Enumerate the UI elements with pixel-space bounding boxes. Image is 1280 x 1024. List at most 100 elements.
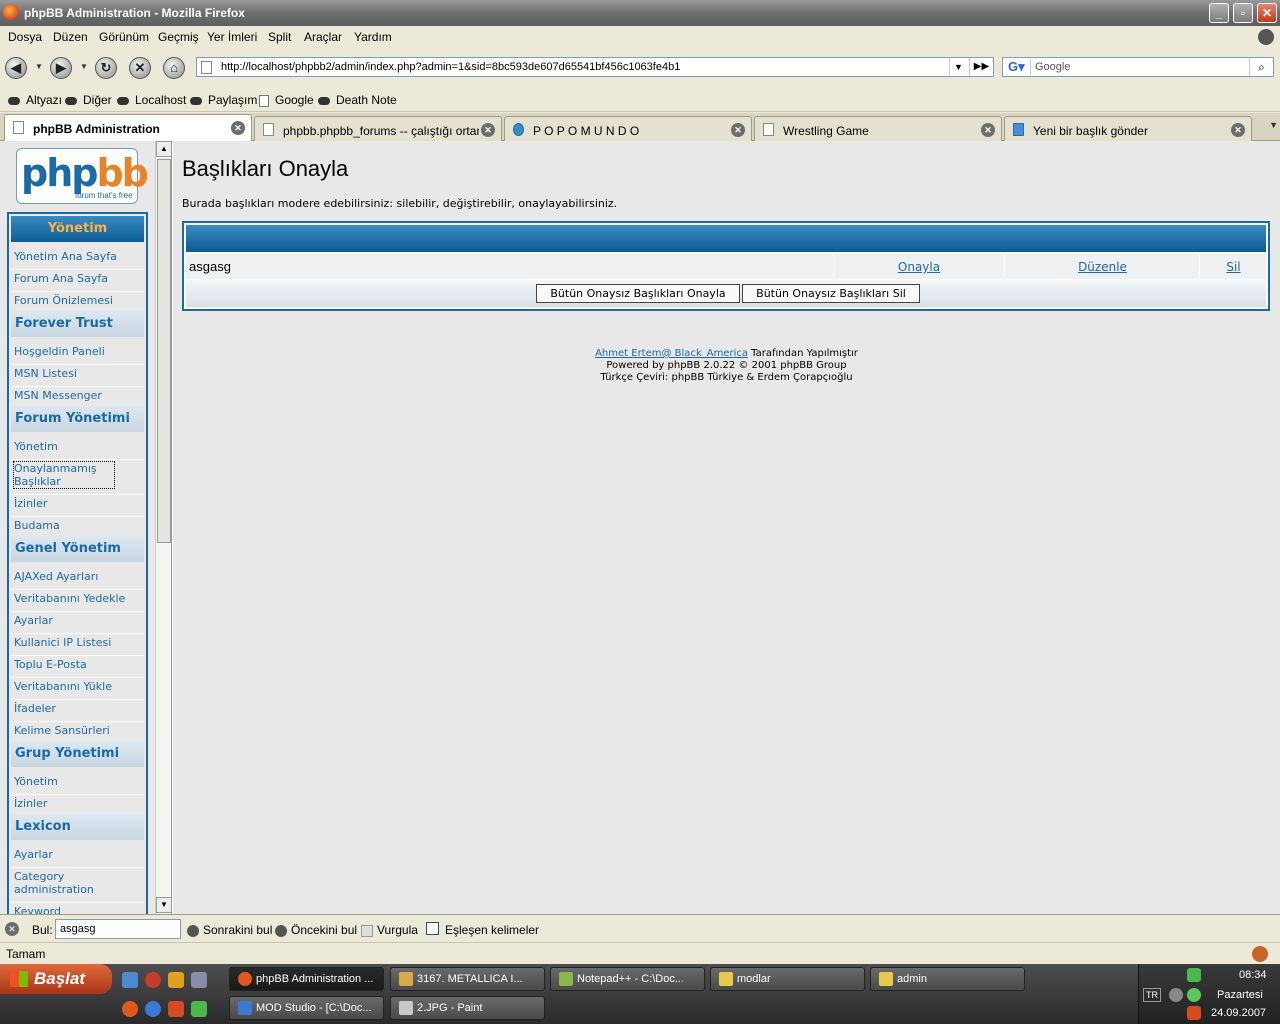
close-tab-icon[interactable]: ✕	[1231, 123, 1245, 137]
taskbar-item-firefox[interactable]: phpBB Administration ...	[229, 967, 384, 991]
close-button[interactable]: ✕	[1257, 3, 1277, 23]
tab-phpbb-forums[interactable]: phpbb.phpbb_forums -- çalıştığı ortam --…	[254, 116, 502, 141]
taskbar-item-notepadpp[interactable]: Notepad++ - C:\Doc...	[550, 967, 705, 991]
find-next-button[interactable]: Sonrakini bul	[187, 923, 272, 937]
addon-status-icon[interactable]	[1252, 946, 1268, 962]
quicklaunch-firefox-icon[interactable]	[122, 1001, 138, 1017]
taskbar-item-modlar[interactable]: modlar	[710, 967, 865, 991]
nav-link-welcome-panel[interactable]: Hoşgeldin Paneli	[14, 345, 105, 358]
tray-filezilla-icon[interactable]	[1187, 1006, 1201, 1020]
edit-link[interactable]: Düzenle	[1006, 254, 1200, 279]
bookmark-folder[interactable]: Death Note	[318, 93, 397, 107]
bookmark-folder[interactable]: Diğer	[65, 93, 112, 107]
taskbar-item-mod-studio[interactable]: MOD Studio - [C:\Doc...	[229, 996, 384, 1020]
menu-edit[interactable]: Düzen	[53, 30, 88, 44]
search-input[interactable]: Google	[1035, 61, 1070, 73]
highlight-button[interactable]: Vurgula	[361, 923, 418, 937]
tray-expand-icon[interactable]	[1169, 988, 1183, 1002]
menu-history[interactable]: Geçmiş	[158, 30, 199, 44]
taskbar-item-paint[interactable]: 2.JPG - Paint	[390, 996, 545, 1020]
language-indicator[interactable]: TR	[1143, 988, 1161, 1002]
menu-split[interactable]: Split	[268, 30, 291, 44]
left-frame-scrollbar[interactable]: ▲ ▼	[155, 141, 171, 914]
find-previous-button[interactable]: Öncekini bul	[275, 923, 357, 937]
bookmark-folder[interactable]: Localhost	[117, 93, 186, 107]
search-icon[interactable]: ⌕	[1249, 58, 1273, 76]
nav-link-forum-index[interactable]: Forum Ana Sayfa	[14, 272, 108, 285]
forward-history-dropdown[interactable]: ▼	[80, 62, 88, 71]
nav-link-forum-manage[interactable]: Yönetim	[14, 440, 58, 453]
close-tab-icon[interactable]: ✕	[481, 123, 495, 137]
match-case-label[interactable]: Eşleşen kelimeler	[445, 923, 539, 937]
nav-link-ajaxed-settings[interactable]: AJAXed Ayarları	[14, 570, 98, 583]
start-button[interactable]: Başlat	[0, 964, 112, 994]
google-icon[interactable]: G▾	[1005, 59, 1031, 75]
nav-link-mass-email[interactable]: Toplu E-Posta	[14, 658, 87, 671]
tab-list-dropdown-icon[interactable]: ▼	[1269, 120, 1278, 130]
bookmark-folder[interactable]: Paylaşım	[190, 93, 257, 107]
nav-link-db-restore[interactable]: Veritabanını Yükle	[14, 680, 112, 693]
tab-new-topic[interactable]: Yeni bir başlık gönder ✕	[1004, 116, 1252, 141]
forward-button[interactable]: ▶	[50, 57, 72, 79]
nav-link-unapproved-topics[interactable]: Onaylanmamış Başlıklar	[13, 461, 115, 489]
nav-link-forum-preview[interactable]: Forum Önizlemesi	[14, 294, 113, 307]
nav-link-group-manage[interactable]: Yönetim	[14, 775, 58, 788]
close-tab-icon[interactable]: ✕	[731, 123, 745, 137]
nav-link-admin-index[interactable]: Yönetim Ana Sayfa	[14, 250, 117, 263]
find-input[interactable]: asgasg	[55, 919, 181, 939]
delete-all-button[interactable]: Bütün Onaysız Başlıkları Sil	[742, 284, 920, 303]
maximize-button[interactable]: ▫	[1233, 3, 1253, 23]
tray-msn-icon[interactable]	[1187, 988, 1201, 1002]
match-case-checkbox[interactable]	[426, 922, 439, 935]
phpbb-logo[interactable]: phpbb forum that's free	[16, 148, 149, 204]
delete-link[interactable]: Sil	[1201, 254, 1266, 279]
bookmark-link[interactable]: Google	[259, 93, 314, 107]
address-bar[interactable]: http://localhost/phpbb2/admin/index.php?…	[196, 57, 994, 77]
nav-link-msn-list[interactable]: MSN Listesi	[14, 367, 77, 380]
nav-link-msn-messenger[interactable]: MSN Messenger	[14, 389, 102, 402]
tab-popomundo[interactable]: P O P O M U N D O ✕	[504, 116, 752, 141]
quicklaunch-browser-icon[interactable]	[145, 1001, 161, 1017]
nav-link-word-censors[interactable]: Kelime Sansürleri	[14, 724, 110, 737]
author-link[interactable]: Ahmet Ertem@ Black_America	[595, 348, 748, 359]
nav-link-category-admin[interactable]: Category administration	[14, 870, 114, 896]
taskbar-item-winamp[interactable]: 3167. METALLICA I...	[390, 967, 545, 991]
quicklaunch-opera-icon[interactable]	[145, 972, 161, 988]
quicklaunch-msn-icon[interactable]	[191, 1001, 207, 1017]
menu-tools[interactable]: Araçlar	[304, 30, 342, 44]
nav-link-prune[interactable]: Budama	[14, 519, 60, 532]
home-button[interactable]: ⌂	[163, 57, 185, 79]
menu-help[interactable]: Yardım	[354, 30, 392, 44]
reload-button[interactable]: ↻	[95, 57, 117, 79]
tab-phpbb-admin[interactable]: phpBB Administration ✕	[4, 114, 252, 142]
nav-link-smilies[interactable]: İfadeler	[14, 702, 56, 715]
back-history-dropdown[interactable]: ▼	[35, 62, 43, 71]
close-findbar-icon[interactable]: ✕	[5, 922, 19, 936]
nav-link-settings[interactable]: Ayarlar	[14, 614, 53, 627]
tab-wrestling-game[interactable]: Wrestling Game ✕	[754, 116, 1002, 141]
scroll-down-arrow-icon[interactable]: ▼	[156, 897, 171, 913]
minimize-button[interactable]: _	[1209, 3, 1229, 23]
stop-button[interactable]: ✕	[129, 57, 151, 79]
scrollbar-thumb[interactable]	[157, 159, 171, 543]
menu-bookmarks[interactable]: Yer İmleri	[207, 30, 257, 44]
close-tab-icon[interactable]: ✕	[981, 123, 995, 137]
tray-network-icon[interactable]	[1187, 968, 1201, 982]
menu-view[interactable]: Görünüm	[99, 30, 149, 44]
approve-all-button[interactable]: Bütün Onaysız Başlıkları Onayla	[536, 284, 740, 303]
back-button[interactable]: ◀	[5, 57, 27, 79]
address-dropdown-icon[interactable]: ▼	[949, 58, 967, 76]
taskbar-item-admin[interactable]: admin	[870, 967, 1025, 991]
bookmark-folder[interactable]: Altyazı	[8, 93, 62, 107]
go-button[interactable]: ▶▶	[969, 58, 993, 76]
scroll-up-arrow-icon[interactable]: ▲	[156, 141, 171, 157]
close-tab-icon[interactable]: ✕	[231, 121, 245, 135]
nav-link-keyword[interactable]: Keyword	[14, 905, 61, 914]
quicklaunch-app-icon[interactable]	[191, 972, 207, 988]
clock-time[interactable]: 08:34	[1239, 969, 1267, 981]
nav-link-user-ip-list[interactable]: Kullanici IP Listesi	[14, 636, 111, 649]
nav-link-lexicon-settings[interactable]: Ayarlar	[14, 848, 53, 861]
nav-link-db-backup[interactable]: Veritabanını Yedekle	[14, 592, 125, 605]
approve-link[interactable]: Onayla	[834, 254, 1005, 279]
quicklaunch-ie-icon[interactable]	[122, 972, 138, 988]
